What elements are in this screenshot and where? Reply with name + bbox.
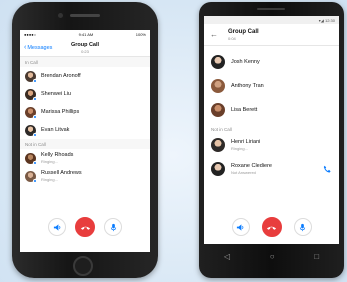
messenger-badge-icon (33, 78, 37, 83)
avatar (211, 103, 225, 117)
battery-indicator: 100% (135, 32, 146, 37)
call-controls (20, 217, 150, 237)
android-screen: ▾◢ 12:30 ← Group Call 0:04 Josh Kenny An… (204, 16, 339, 244)
participant-row[interactable]: Marissa Phillips (20, 103, 150, 121)
avatar (25, 106, 37, 119)
status-time: 9:41 AM (78, 32, 94, 37)
participant-row[interactable]: Henri Liriani Ringing... (204, 133, 339, 157)
participant-row[interactable]: Kelly Rhoads Ringing... (20, 149, 150, 167)
participant-status: Ringing... (231, 146, 248, 151)
participant-name: Brendan Aronoff (41, 73, 81, 79)
arrow-back-icon[interactable]: ← (210, 30, 218, 39)
speaker-button[interactable] (48, 218, 66, 236)
participant-name: Henri Liriani (231, 139, 261, 145)
avatar (211, 79, 225, 93)
home-button[interactable] (73, 256, 93, 276)
participant-name: Marissa Phillips (41, 109, 80, 115)
front-camera (58, 13, 63, 18)
participant-name: Josh Kenny (231, 59, 260, 65)
call-controls (204, 217, 339, 237)
phone-icon[interactable] (323, 165, 331, 173)
participant-name: Evan Litvak (41, 127, 70, 133)
messenger-badge-icon (33, 132, 37, 137)
not-in-call-section-header: Not in Call (20, 139, 150, 149)
avatar (211, 162, 225, 176)
participant-row[interactable]: Brendan Aronoff (20, 67, 150, 85)
ios-nav-header: ‹Messages Group Call 0:23 (20, 39, 150, 57)
messenger-badge-icon (33, 178, 37, 183)
call-duration: 0:23 (81, 49, 89, 54)
android-device: ▾◢ 12:30 ← Group Call 0:04 Josh Kenny An… (199, 2, 344, 278)
call-duration: 0:04 (228, 36, 236, 41)
recents-icon[interactable]: □ (314, 253, 319, 261)
speaker-icon (53, 223, 60, 231)
participant-row[interactable]: Roxane Clediere Not Answered (204, 157, 339, 181)
earpiece (257, 8, 285, 10)
microphone-icon (299, 223, 306, 231)
avatar (211, 138, 225, 152)
participant-row[interactable]: Lisa Berett (204, 98, 339, 122)
ios-status-bar: ●●●●○ 9:41 AM 100% (20, 30, 150, 39)
participant-row[interactable]: Josh Kenny (204, 50, 339, 74)
not-in-call-section-header: Not in Call (211, 127, 232, 132)
iphone-screen: ●●●●○ 9:41 AM 100% ‹Messages Group Call … (20, 30, 150, 252)
participant-row[interactable]: Evan Litvak (20, 121, 150, 139)
microphone-button[interactable] (104, 218, 122, 236)
avatar (25, 88, 37, 101)
messenger-badge-icon (33, 114, 37, 119)
call-title: Group Call (70, 42, 100, 48)
end-call-button[interactable] (261, 217, 282, 237)
participant-status: Ringing... (41, 159, 58, 164)
speaker-button[interactable] (231, 218, 250, 236)
home-icon[interactable]: ○ (270, 253, 275, 261)
end-call-icon (266, 226, 277, 230)
iphone-device: ●●●●○ 9:41 AM 100% ‹Messages Group Call … (12, 2, 158, 278)
android-status-bar: ▾◢ 12:30 (204, 16, 339, 24)
participant-row[interactable]: Shenwei Liu (20, 85, 150, 103)
participant-name: Roxane Clediere (231, 163, 272, 169)
call-title: Group Call (228, 29, 259, 35)
participant-name: Shenwei Liu (41, 91, 71, 97)
earpiece (70, 14, 100, 17)
microphone-button[interactable] (293, 218, 312, 236)
avatar (25, 170, 37, 183)
participant-row[interactable]: Russell Andrews Ringing... (20, 167, 150, 185)
participant-status: Ringing... (41, 177, 58, 182)
avatar (211, 55, 225, 69)
participant-name: Anthony Tran (231, 83, 264, 89)
participant-name: Russell Andrews (41, 170, 82, 176)
speaker-icon (236, 223, 244, 231)
signal-indicator: ●●●●○ (24, 32, 37, 37)
android-nav-bar: ◁ ○ □ (204, 246, 339, 268)
participant-row[interactable]: Anthony Tran (204, 74, 339, 98)
messenger-badge-icon (33, 160, 37, 165)
back-icon[interactable]: ◁ (224, 253, 230, 261)
participant-status: Not Answered (231, 170, 256, 175)
avatar (25, 124, 37, 137)
in-call-section-header: In Call (20, 57, 150, 67)
avatar (25, 152, 37, 165)
participant-name: Lisa Berett (231, 107, 258, 113)
messenger-badge-icon (33, 96, 37, 101)
end-call-icon (80, 226, 90, 230)
participant-name: Kelly Rhoads (41, 152, 74, 158)
microphone-icon (110, 223, 116, 231)
android-app-bar: ← Group Call 0:04 (204, 24, 339, 46)
avatar (25, 70, 37, 83)
end-call-button[interactable] (75, 217, 95, 237)
